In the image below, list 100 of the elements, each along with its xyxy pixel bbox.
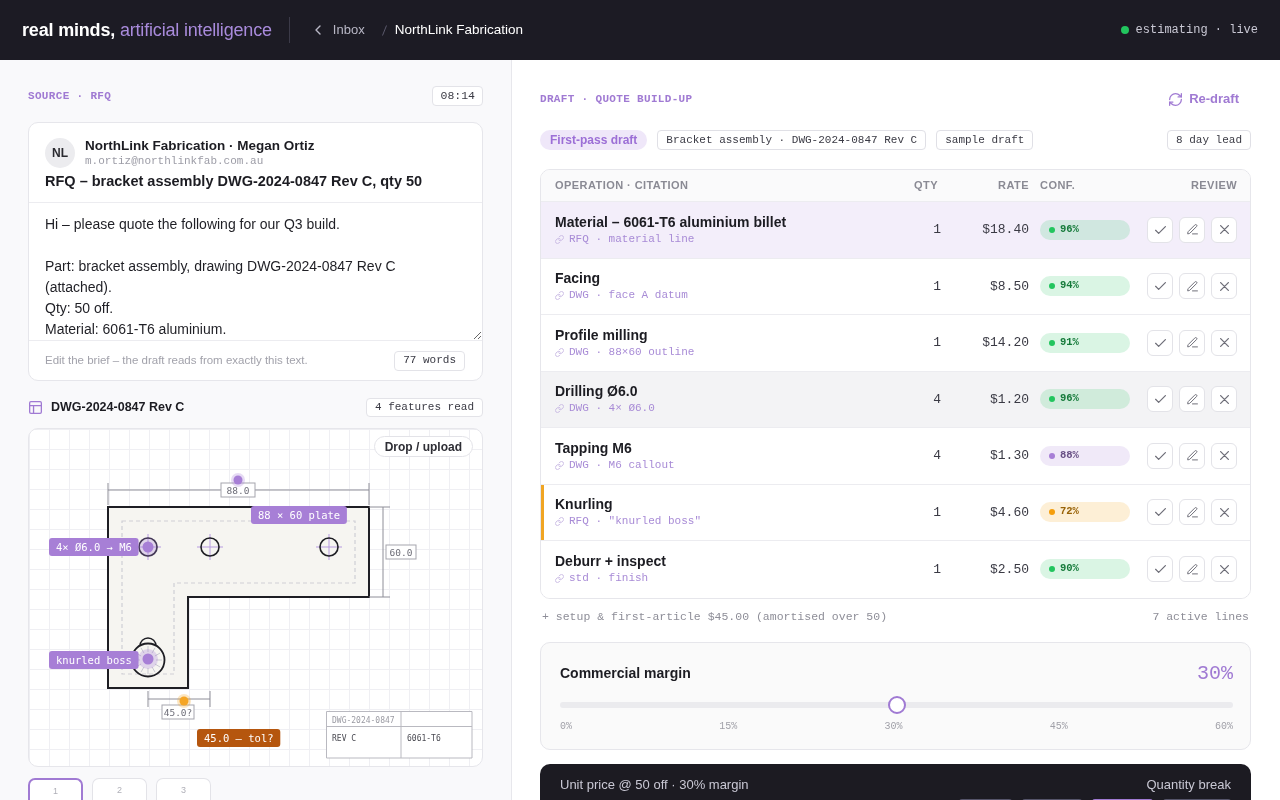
email-subject: RFQ – bracket assembly DWG-2024-0847 Rev C, qty 50 (45, 172, 424, 191)
callout-tag: 4× Ø6.0 → M6 (49, 538, 139, 556)
edit-button[interactable] (1179, 499, 1205, 526)
operation-name: Knurling (555, 495, 614, 514)
citation-link[interactable]: RFQ · material line (555, 231, 695, 247)
remove-button[interactable] (1211, 386, 1237, 413)
citation-link[interactable]: DWG · 4× Ø6.0 (555, 401, 655, 417)
pencil-icon (1186, 280, 1198, 292)
check-icon (1154, 338, 1166, 347)
margin-label: Commercial margin (560, 664, 691, 683)
edit-button[interactable] (1179, 442, 1205, 469)
close-icon (1219, 507, 1229, 517)
revision-text: REV C (332, 734, 357, 743)
material-text: 6061-T6 (407, 734, 441, 743)
rate-cell-text: $4.60 (989, 503, 1030, 522)
slider-thumb[interactable] (887, 695, 906, 714)
check-icon (1154, 565, 1166, 574)
hole-symbol (315, 533, 343, 561)
drawing-number-text: DWG-2024-0847 (332, 715, 395, 725)
rate-cell-text: $2.50 (989, 560, 1030, 579)
time-badge: 08:14 (432, 86, 483, 106)
page-thumbnail[interactable]: 1 (28, 778, 83, 800)
link-icon (555, 574, 564, 584)
slider-tick-label: 60% (1214, 720, 1233, 733)
close-icon (1219, 338, 1229, 348)
rate-cell-text: $1.30 (989, 447, 1030, 465)
table-row[interactable]: Material – 6061-T6 aluminium billet RFQ · material line 1 $18.40 96% (541, 202, 1250, 259)
edit-button[interactable] (1179, 273, 1205, 300)
edit-button[interactable] (1179, 216, 1205, 243)
edit-button[interactable] (1179, 386, 1205, 413)
check-icon (1154, 282, 1166, 291)
edit-button[interactable] (1179, 329, 1205, 356)
citation-link[interactable]: std · finish (555, 571, 649, 587)
rate-cell-text: $8.50 (989, 277, 1030, 296)
qty-cell-text: 1 (932, 560, 942, 579)
column-header: REVIEW (1189, 178, 1237, 194)
citation-link[interactable]: RFQ · "knurled boss" (555, 514, 702, 530)
active-lines-count: 7 active lines (1152, 608, 1249, 625)
remove-button[interactable] (1211, 273, 1237, 300)
margin-slider[interactable] (560, 695, 1233, 714)
status-tag: First-pass draft (540, 130, 648, 150)
lead-time-tag: 8 day lead (1167, 130, 1251, 150)
remove-button[interactable] (1211, 499, 1237, 526)
table-row[interactable]: Drilling Ø6.0 DWG · 4× Ø6.0 4 $1.20 96% (541, 371, 1250, 428)
confidence-value: 96% (1060, 391, 1079, 407)
close-icon (1219, 281, 1229, 291)
callout-tag: 88 × 60 plate (251, 506, 347, 524)
approve-button[interactable] (1147, 329, 1173, 356)
check-icon (1154, 225, 1166, 234)
qty-cell-text: 4 (932, 447, 942, 465)
slider-tick-label: 30% (884, 720, 903, 733)
check-icon (1154, 451, 1166, 460)
link-icon (555, 347, 564, 357)
link-icon (555, 291, 564, 301)
qty-cell-text: 1 (932, 503, 942, 522)
confidence-value: 91% (1060, 334, 1079, 350)
upload-button[interactable]: Drop / upload (373, 436, 473, 457)
word-count-badge: 77 words (394, 350, 465, 371)
edit-button[interactable] (1179, 556, 1205, 583)
confidence-value: 90% (1060, 561, 1079, 577)
link-icon (555, 460, 564, 470)
approve-button[interactable] (1147, 499, 1173, 526)
qty-cell-text: 1 (932, 221, 942, 239)
layout-icon (29, 401, 42, 414)
slider-tick-label: 45% (1049, 720, 1068, 733)
citation-link[interactable]: DWG · M6 callout (555, 457, 675, 473)
remove-button[interactable] (1211, 216, 1237, 243)
approve-button[interactable] (1147, 442, 1173, 469)
remove-button[interactable] (1211, 442, 1237, 469)
operation-name: Deburr + inspect (555, 552, 667, 571)
page-thumbnail[interactable]: 3 (156, 778, 211, 800)
dimension-line (147, 690, 211, 708)
redraft-button[interactable]: Re-draft (1169, 89, 1239, 109)
operation-name: Drilling Ø6.0 (555, 382, 639, 401)
pencil-icon (1186, 224, 1198, 236)
margin-value: 30% (1197, 660, 1233, 687)
close-icon (1219, 394, 1229, 404)
check-icon (1154, 395, 1166, 404)
setup-note: + setup & first-article $45.00 (amortised over 50) (542, 608, 888, 625)
refresh-icon (1169, 92, 1183, 106)
knurled-boss-symbol (130, 637, 166, 678)
citation-link[interactable]: DWG · 88×60 outline (555, 344, 695, 360)
dimension-label: 60.0 (385, 544, 417, 560)
remove-button[interactable] (1211, 556, 1237, 583)
approve-button[interactable] (1147, 386, 1173, 413)
page-thumbnail[interactable]: 2 (92, 778, 147, 800)
confidence-value: 72% (1060, 504, 1079, 520)
approve-button[interactable] (1147, 216, 1173, 243)
table-row[interactable]: Knurling RFQ · "knurled boss" 1 $4.60 72% (541, 484, 1250, 541)
approve-button[interactable] (1147, 273, 1173, 300)
pencil-icon (1186, 563, 1198, 575)
citation-link[interactable]: DWG · face A datum (555, 288, 688, 304)
remove-button[interactable] (1211, 329, 1237, 356)
qty-cell-text: 1 (932, 334, 942, 352)
reference-tag: Bracket assembly · DWG-2024-0847 Rev C (657, 130, 927, 150)
approve-button[interactable] (1147, 556, 1173, 583)
brief-hint: Edit the brief – the draft reads from exactly this text. (45, 352, 308, 368)
back-link[interactable]: Inbox (314, 20, 365, 40)
sender-email: m.ortiz@northlinkfab.com.au (85, 154, 265, 168)
callout-tag: 45.0 — tol? (197, 729, 281, 747)
